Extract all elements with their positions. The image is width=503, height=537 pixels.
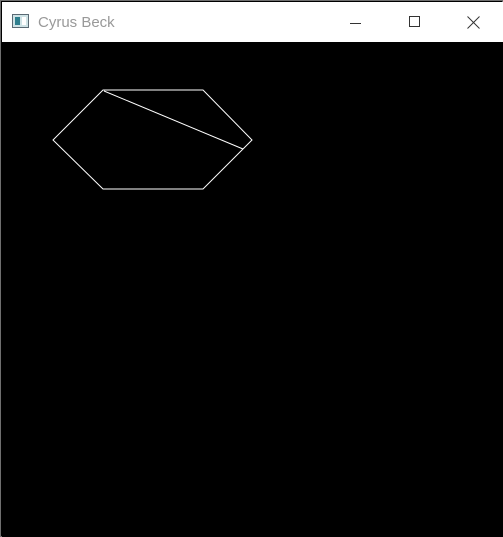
clipped-line — [103, 90, 244, 150]
app-window: Cyrus Beck — [0, 0, 503, 537]
minimize-icon — [350, 23, 361, 24]
minimize-button[interactable] — [332, 3, 378, 42]
close-icon — [467, 16, 480, 29]
maximize-icon — [409, 16, 420, 27]
clipping-hexagon — [52, 89, 253, 190]
maximize-button[interactable] — [391, 3, 437, 42]
app-window-icon[interactable] — [12, 14, 29, 28]
window-title: Cyrus Beck — [38, 14, 115, 31]
drawing-canvas[interactable] — [2, 42, 503, 537]
close-button[interactable] — [450, 3, 496, 42]
title-bar[interactable]: Cyrus Beck — [2, 2, 503, 42]
drawing-surface — [52, 89, 253, 190]
